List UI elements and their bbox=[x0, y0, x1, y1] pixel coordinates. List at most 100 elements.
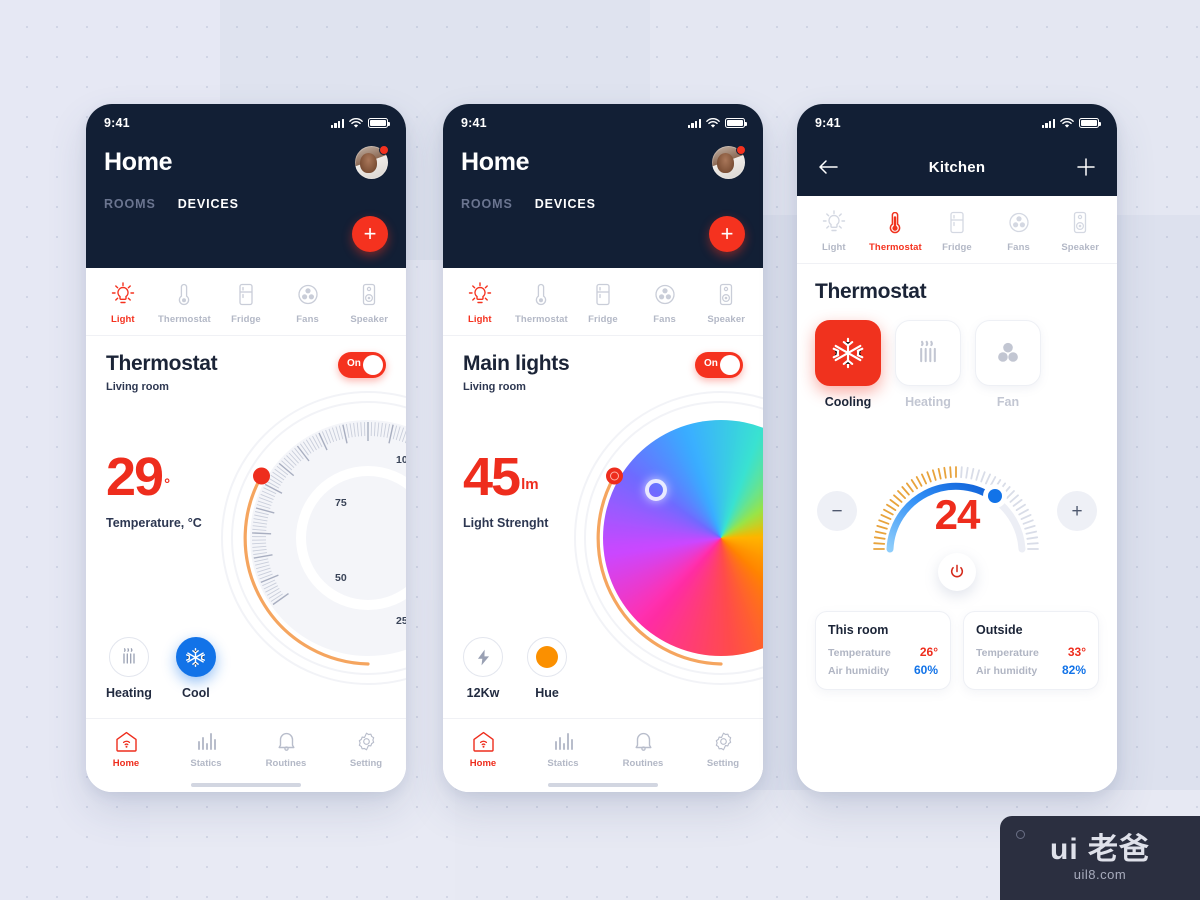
speaker-icon bbox=[363, 283, 376, 306]
nav-item-routines[interactable]: Routines bbox=[613, 731, 673, 769]
fridge-icon bbox=[950, 211, 964, 234]
lightning-icon bbox=[477, 649, 489, 665]
increase-temp-button[interactable]: + bbox=[1057, 491, 1097, 531]
screen1-main-card: 100 75 50 25 Thermostat Living room On 2… bbox=[86, 336, 406, 792]
device-tab-fridge[interactable]: Fridge bbox=[574, 282, 632, 325]
device-tab-label: Light bbox=[110, 314, 135, 325]
power-toggle[interactable]: On bbox=[338, 352, 386, 378]
mode-box bbox=[975, 320, 1041, 386]
wifi-icon bbox=[1060, 117, 1074, 128]
temperature-gauge[interactable]: 100 75 50 25 bbox=[218, 388, 406, 688]
screen3-device-strip: Light Thermostat Fridge Fans Speaker bbox=[797, 196, 1117, 264]
mode-chip-power[interactable]: 12Kw bbox=[463, 637, 503, 700]
bar-chart-icon bbox=[554, 733, 573, 750]
tab-devices[interactable]: DEVICES bbox=[178, 197, 239, 211]
bar-chart-icon bbox=[197, 733, 216, 750]
nav-item-label: Setting bbox=[706, 758, 740, 769]
phone-screen-2: 9:41 Home ROOMS DEVICES + Light Thermost… bbox=[443, 104, 763, 792]
screen3-nav-row: Kitchen bbox=[815, 142, 1099, 192]
avatar[interactable] bbox=[712, 145, 746, 179]
home-indicator bbox=[191, 782, 301, 787]
screen2-bottom-nav: Home Statics Routines Setting bbox=[443, 718, 763, 792]
toggle-label: On bbox=[704, 358, 718, 369]
screen2-dark-header: 9:41 Home ROOMS DEVICES + bbox=[443, 104, 763, 268]
screen1-device-strip: Light Thermostat Fridge Fans Speaker bbox=[86, 268, 406, 336]
tab-rooms[interactable]: ROOMS bbox=[104, 197, 156, 211]
toggle-knob bbox=[720, 355, 740, 375]
info-value: 82% bbox=[1061, 663, 1086, 677]
radiator-icon bbox=[920, 340, 936, 363]
nav-item-label: Routines bbox=[265, 758, 307, 769]
device-tab-label: Fridge bbox=[942, 242, 972, 253]
color-dot-icon bbox=[536, 646, 558, 668]
device-tab-speaker[interactable]: Speaker bbox=[1051, 210, 1109, 253]
gear-icon bbox=[358, 732, 374, 751]
device-tab-thermostat[interactable]: Thermostat bbox=[512, 282, 570, 325]
screen2-mode-chips: 12Kw Hue bbox=[463, 637, 567, 700]
bell-icon bbox=[278, 732, 294, 751]
speaker-icon bbox=[1074, 211, 1087, 234]
mode-chip-circle bbox=[108, 637, 149, 677]
device-tab-speaker[interactable]: Speaker bbox=[340, 282, 398, 325]
device-tab-thermostat[interactable]: Thermostat bbox=[155, 282, 213, 325]
device-tab-fans[interactable]: Fans bbox=[990, 210, 1048, 253]
add-device-button[interactable]: + bbox=[352, 216, 388, 252]
device-tab-label: Fans bbox=[1007, 242, 1030, 253]
nav-item-label: Statics bbox=[190, 758, 222, 769]
light-bulb-icon bbox=[468, 282, 491, 304]
device-tab-light[interactable]: Light bbox=[451, 282, 509, 325]
wifi-icon bbox=[706, 117, 720, 128]
light-strength-unit: lm bbox=[521, 475, 539, 493]
nav-item-statics[interactable]: Statics bbox=[533, 731, 593, 769]
mode-chip-heating[interactable]: Heating bbox=[106, 637, 152, 700]
card-subtitle: Living room bbox=[463, 381, 526, 393]
home-wifi-icon bbox=[115, 731, 137, 752]
add-button[interactable] bbox=[1073, 154, 1099, 180]
nav-item-setting[interactable]: Setting bbox=[693, 731, 753, 769]
watermark-main: ui 老爸 bbox=[1050, 832, 1150, 866]
decrease-temp-button[interactable]: − bbox=[817, 491, 857, 531]
device-tab-fans[interactable]: Fans bbox=[279, 282, 337, 325]
nav-item-home[interactable]: Home bbox=[96, 731, 156, 769]
device-tab-speaker[interactable]: Speaker bbox=[697, 282, 755, 325]
screen2-main-card: Main lights Living room On 45 lm Light St… bbox=[443, 336, 763, 792]
tab-rooms[interactable]: ROOMS bbox=[461, 197, 513, 211]
snowflake-icon bbox=[832, 337, 864, 369]
mode-heating[interactable]: Heating bbox=[895, 320, 961, 409]
nav-item-statics[interactable]: Statics bbox=[176, 731, 236, 769]
screen3-dark-header: 9:41 Kitchen bbox=[797, 104, 1117, 196]
color-wheel[interactable] bbox=[571, 388, 763, 688]
mode-cooling[interactable]: Cooling bbox=[815, 320, 881, 409]
device-tab-label: Speaker bbox=[707, 314, 745, 325]
back-button[interactable] bbox=[815, 154, 841, 180]
toggle-label: On bbox=[347, 358, 361, 369]
card-title: Thermostat bbox=[106, 352, 218, 375]
tab-devices[interactable]: DEVICES bbox=[535, 197, 596, 211]
mode-chip-cool[interactable]: Cool bbox=[175, 637, 216, 700]
notification-badge bbox=[736, 145, 746, 155]
mode-chip-hue[interactable]: Hue bbox=[527, 637, 567, 700]
signal-icon bbox=[1041, 118, 1055, 128]
power-button[interactable] bbox=[938, 553, 976, 591]
add-device-button[interactable]: + bbox=[709, 216, 745, 252]
circle-icon bbox=[1016, 830, 1025, 839]
device-tab-thermostat[interactable]: Thermostat bbox=[866, 210, 924, 253]
phone-screen-1: 9:41 Home ROOMS DEVICES + Light Thermost… bbox=[86, 104, 406, 792]
device-tab-fans[interactable]: Fans bbox=[636, 282, 694, 325]
mode-fan[interactable]: Fan bbox=[975, 320, 1041, 409]
power-toggle[interactable]: On bbox=[695, 352, 743, 378]
status-bar: 9:41 bbox=[815, 104, 1101, 142]
snowflake-icon bbox=[186, 647, 206, 667]
nav-item-setting[interactable]: Setting bbox=[336, 731, 396, 769]
device-tab-fridge[interactable]: Fridge bbox=[217, 282, 275, 325]
device-tab-label: Light bbox=[821, 242, 846, 253]
nav-item-routines[interactable]: Routines bbox=[256, 731, 316, 769]
mode-chip-circle bbox=[527, 637, 567, 677]
avatar[interactable] bbox=[355, 145, 389, 179]
device-tab-light[interactable]: Light bbox=[805, 210, 863, 253]
device-tab-light[interactable]: Light bbox=[94, 282, 152, 325]
nav-item-home[interactable]: Home bbox=[453, 731, 513, 769]
light-bulb-icon bbox=[111, 282, 134, 304]
device-tab-fridge[interactable]: Fridge bbox=[928, 210, 986, 253]
info-card-title: This room bbox=[828, 623, 889, 637]
